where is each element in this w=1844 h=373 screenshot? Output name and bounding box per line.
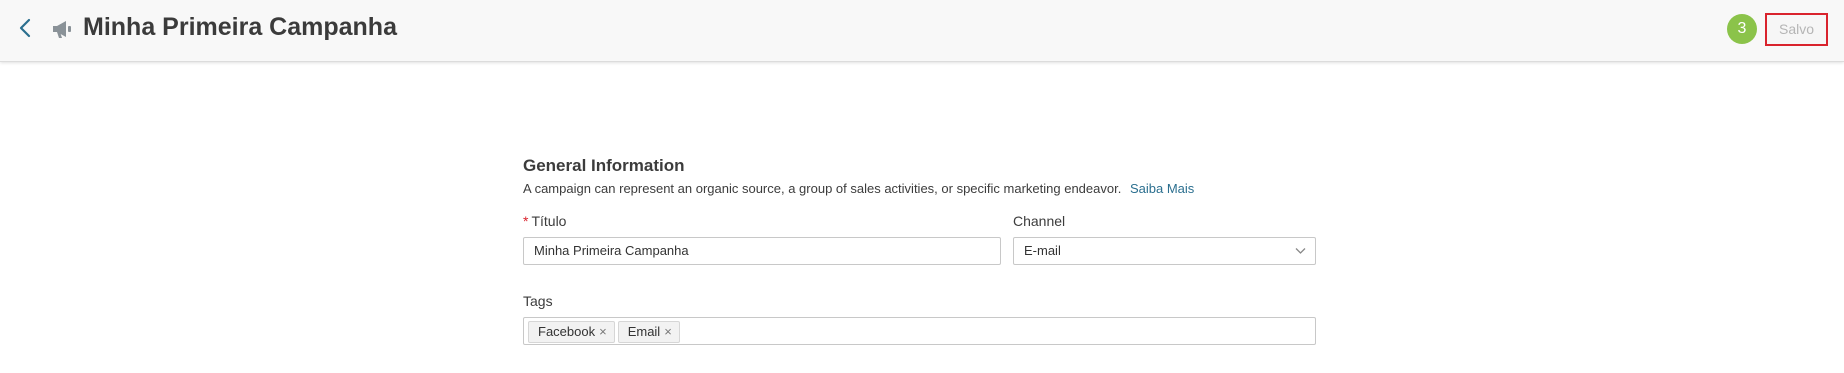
tag-chip: Email × (617, 321, 680, 343)
tag-label: Email (627, 324, 661, 339)
saved-button[interactable]: Salvo (1765, 13, 1828, 46)
channel-field-label: Channel (1013, 213, 1066, 229)
section-title: General Information (523, 156, 685, 175)
megaphone-icon (53, 21, 71, 38)
channel-select[interactable]: E-mail (1013, 237, 1316, 265)
page-title: Minha Primeira Campanha (83, 13, 397, 41)
tag-label: Facebook (538, 324, 596, 339)
close-icon[interactable]: × (664, 324, 672, 339)
learn-more-link[interactable]: Saiba Mais (1130, 181, 1194, 196)
app-header: Minha Primeira Campanha 3 Salvo (0, 0, 1844, 62)
tag-chip: Facebook × (528, 321, 615, 343)
title-field-label: * Título (523, 213, 566, 229)
tags-input[interactable]: Facebook × Email × (523, 317, 1316, 345)
close-icon[interactable]: × (599, 324, 607, 339)
chevron-down-icon (1295, 248, 1306, 254)
section-description-text: A campaign can represent an organic sour… (523, 181, 1122, 196)
title-label-text: Título (531, 213, 567, 229)
required-marker: * (523, 213, 529, 229)
back-button[interactable] (14, 16, 36, 40)
channel-select-value: E-mail (1024, 243, 1061, 258)
tags-field-label: Tags (523, 293, 553, 309)
step-badge: 3 (1727, 14, 1757, 44)
title-input[interactable]: Minha Primeira Campanha (523, 237, 1001, 265)
chevron-left-icon (19, 18, 31, 38)
section-description: A campaign can represent an organic sour… (523, 181, 1194, 196)
